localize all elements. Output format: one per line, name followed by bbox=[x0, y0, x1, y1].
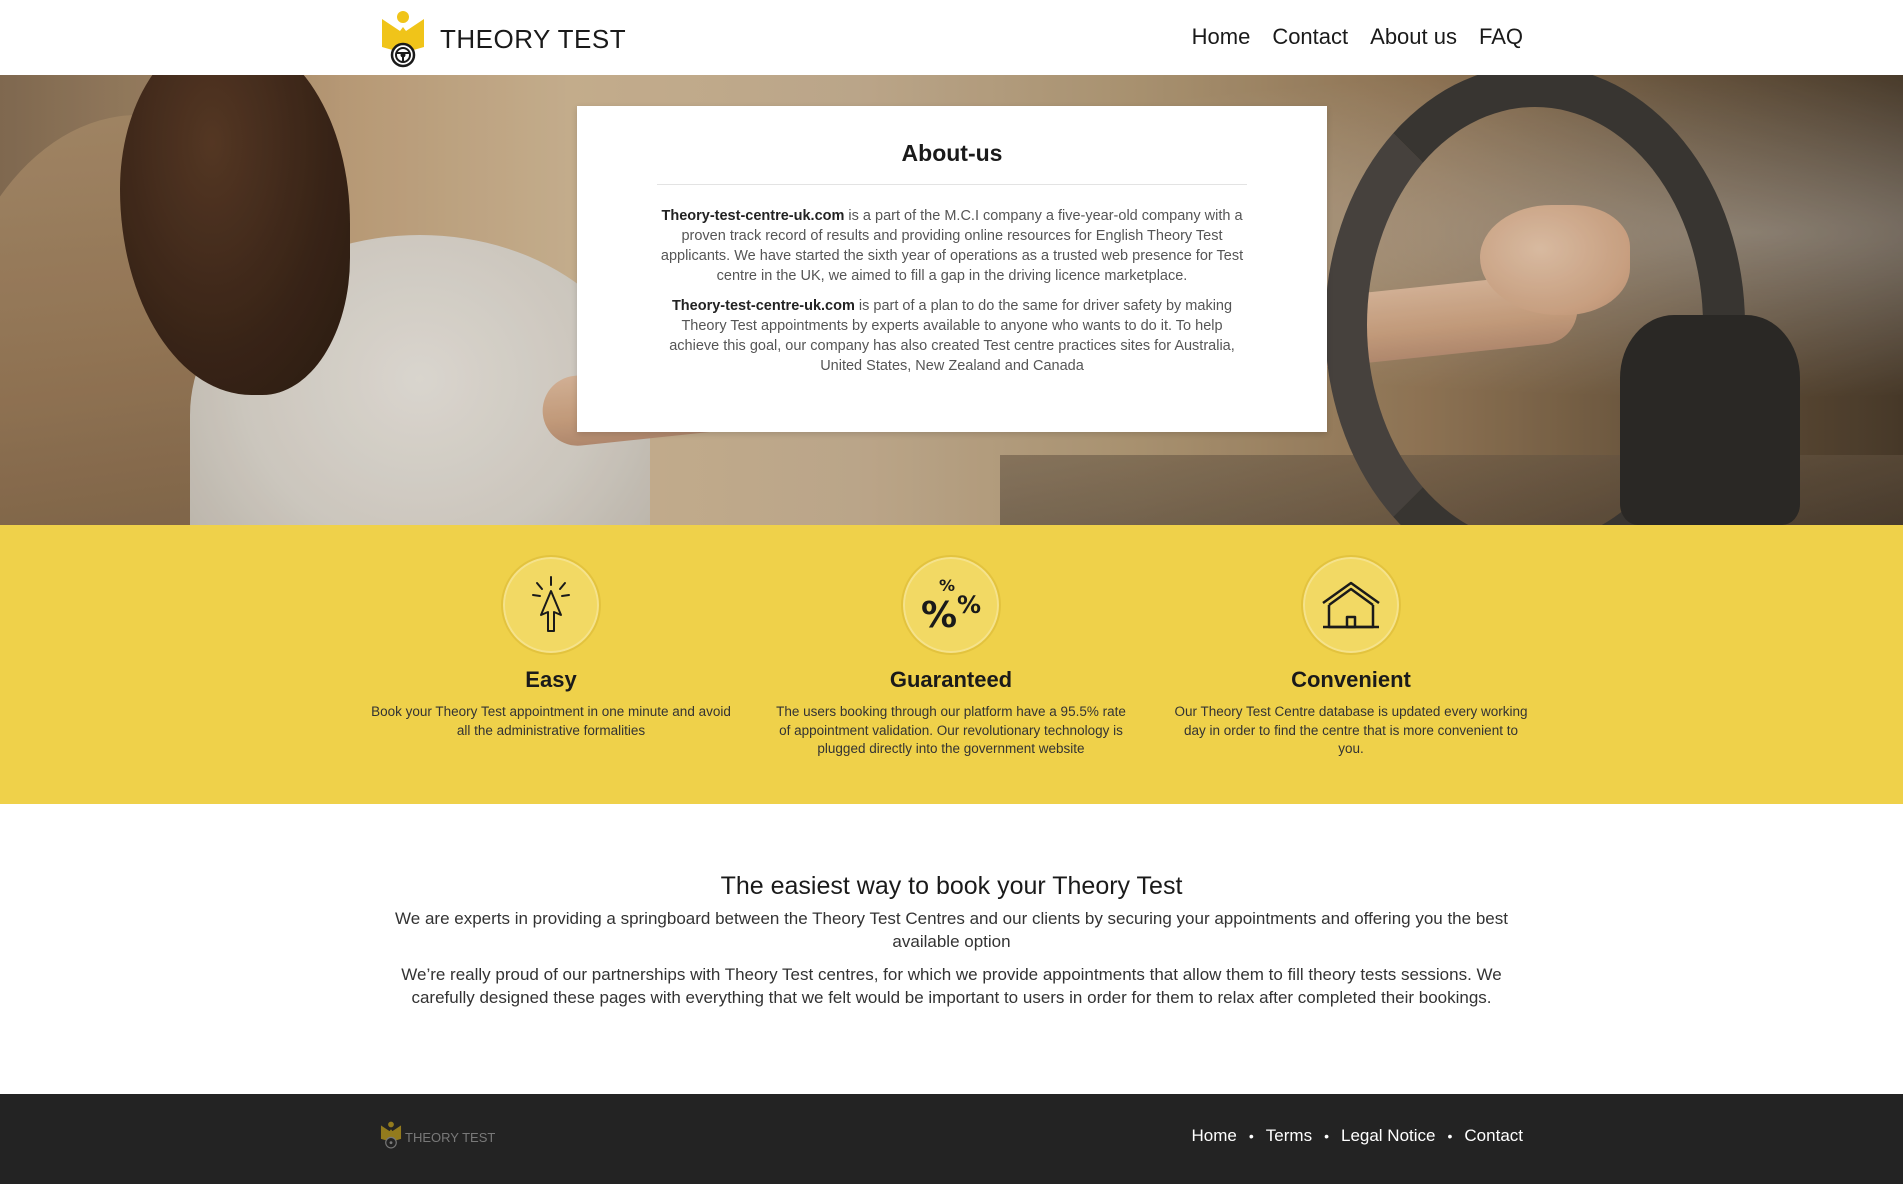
about-paragraph-2: Theory-test-centre-uk.com is part of a p… bbox=[655, 296, 1249, 376]
site-footer: THEORY TEST Home • Terms • Legal Notice … bbox=[0, 1094, 1903, 1184]
nav-home[interactable]: Home bbox=[1192, 24, 1251, 50]
footer-logo[interactable]: THEORY TEST bbox=[380, 1120, 495, 1155]
footer-link-contact[interactable]: Contact bbox=[1464, 1126, 1523, 1146]
about-card: About-us Theory-test-centre-uk.com is a … bbox=[577, 106, 1327, 432]
info-paragraph-2: We’re really proud of our partnerships w… bbox=[401, 965, 1502, 1007]
svg-text:%: % bbox=[957, 591, 981, 619]
theory-test-logo-icon bbox=[380, 9, 426, 69]
about-site-name: Theory-test-centre-uk.com bbox=[661, 208, 845, 224]
feature-title: Guaranteed bbox=[889, 667, 1013, 692]
features-section: Easy Book your Theory Test appointment i… bbox=[0, 525, 1903, 804]
feature-text: Book your Theory Test appointment in one… bbox=[371, 704, 731, 738]
footer-separator: • bbox=[1248, 1128, 1254, 1144]
footer-logo-text: THEORY TEST bbox=[405, 1130, 496, 1145]
feature-convenient: Convenient Our Theory Test Centre databa… bbox=[1166, 555, 1536, 759]
info-paragraph-1: We are experts in providing a springboar… bbox=[395, 909, 1508, 951]
house-icon bbox=[1301, 555, 1401, 655]
feature-easy: Easy Book your Theory Test appointment i… bbox=[366, 555, 736, 740]
nav-contact[interactable]: Contact bbox=[1272, 24, 1348, 50]
main-nav: Home Contact About us FAQ bbox=[1192, 24, 1523, 50]
logo-text: THEORY TEST bbox=[440, 23, 627, 54]
feature-title: Convenient bbox=[1291, 667, 1411, 692]
feature-text: The users booking through our platform h… bbox=[776, 704, 1126, 756]
theory-test-logo-icon bbox=[380, 1120, 402, 1155]
feature-title: Easy bbox=[525, 667, 577, 692]
about-divider bbox=[657, 184, 1247, 185]
pointer-click-icon bbox=[501, 555, 601, 655]
footer-link-home[interactable]: Home bbox=[1192, 1126, 1237, 1146]
feature-guaranteed: % % % Guaranteed The users booking throu… bbox=[766, 555, 1136, 759]
info-section: The easiest way to book your Theory Test… bbox=[370, 872, 1533, 1009]
nav-faq[interactable]: FAQ bbox=[1479, 24, 1523, 50]
about-site-name: Theory-test-centre-uk.com bbox=[671, 298, 855, 314]
about-title: About-us bbox=[901, 140, 1003, 166]
about-body: Theory-test-centre-uk.com is a part of t… bbox=[655, 206, 1249, 386]
nav-about-us[interactable]: About us bbox=[1370, 24, 1457, 50]
site-logo[interactable]: THEORY TEST bbox=[380, 9, 626, 69]
feature-text: Our Theory Test Centre database is updat… bbox=[1174, 704, 1528, 756]
info-title: The easiest way to book your Theory Test bbox=[720, 872, 1183, 900]
site-header: THEORY TEST Home Contact About us FAQ bbox=[0, 0, 1903, 75]
about-paragraph-1: Theory-test-centre-uk.com is a part of t… bbox=[655, 206, 1249, 286]
percent-icon: % % % bbox=[901, 555, 1001, 655]
svg-text:%: % bbox=[939, 576, 955, 595]
footer-link-terms[interactable]: Terms bbox=[1266, 1126, 1312, 1146]
footer-nav: Home • Terms • Legal Notice • Contact bbox=[1192, 1126, 1523, 1146]
footer-link-legal-notice[interactable]: Legal Notice bbox=[1341, 1126, 1436, 1146]
svg-text:%: % bbox=[921, 595, 957, 635]
footer-separator: • bbox=[1447, 1128, 1453, 1144]
footer-separator: • bbox=[1324, 1128, 1329, 1144]
